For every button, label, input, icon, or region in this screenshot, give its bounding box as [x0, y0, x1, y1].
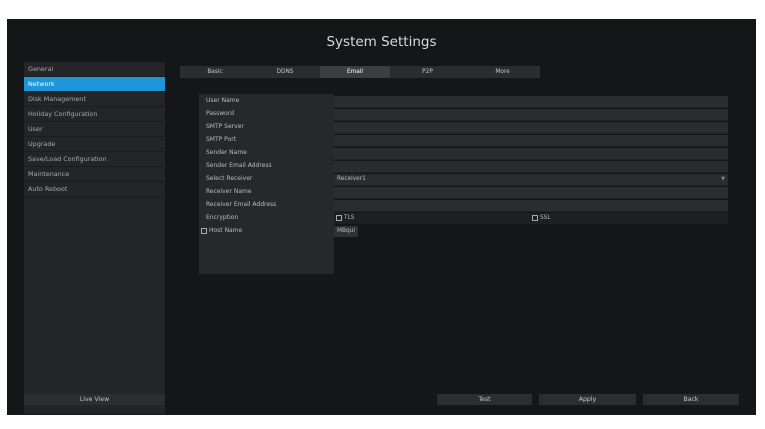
sender-name-row: Sender Name — [199, 147, 730, 160]
tls-checkbox[interactable] — [336, 214, 342, 221]
host-name-row: Host Name MBqul — [199, 225, 730, 237]
sender-email-label: Sender Email Address — [206, 162, 272, 169]
receiver-email-row: Receiver Email Address — [199, 199, 730, 212]
host-name-option[interactable]: Host Name — [201, 225, 242, 237]
sidebar-item-maintenance[interactable]: Maintenance — [24, 167, 165, 182]
receiver-name-input[interactable] — [334, 187, 728, 199]
back-button[interactable]: Back — [643, 394, 739, 405]
encryption-row: Encryption TLS SSL — [199, 212, 730, 224]
receiver-name-label: Receiver Name — [206, 188, 252, 195]
tab-more[interactable]: More — [465, 66, 540, 78]
ssl-label: SSL — [540, 215, 551, 221]
sender-name-label: Sender Name — [206, 149, 247, 156]
host-name-label: Host Name — [209, 227, 243, 234]
test-button[interactable]: Test — [437, 394, 532, 405]
tab-bar: Basic DDNS Email P2P More — [180, 66, 540, 78]
host-name-checkbox[interactable] — [201, 227, 207, 234]
tls-label: TLS — [344, 215, 355, 221]
main-panel: Basic DDNS Email P2P More User Name Pass… — [170, 62, 745, 400]
sidebar: General Network Disk Management Holiday … — [24, 62, 165, 414]
smtp-port-input[interactable] — [334, 135, 728, 147]
select-receiver-dropdown[interactable]: Receiver1 ▼ — [334, 174, 728, 186]
smtp-server-label: SMTP Server — [206, 123, 244, 130]
system-settings-window: System Settings General Network Disk Man… — [7, 19, 756, 415]
host-name-value: MBqul — [337, 228, 355, 234]
sidebar-item-general[interactable]: General — [24, 62, 165, 77]
window-title: System Settings — [326, 33, 437, 50]
sender-name-input[interactable] — [334, 148, 728, 160]
smtp-server-input[interactable] — [334, 122, 728, 134]
user-name-row: User Name — [199, 95, 730, 108]
password-label: Password — [206, 110, 235, 117]
receiver-email-input[interactable] — [334, 200, 728, 212]
user-name-label: User Name — [206, 97, 240, 104]
sidebar-item-disk-management[interactable]: Disk Management — [24, 92, 165, 107]
tab-p2p[interactable]: P2P — [390, 66, 465, 78]
select-receiver-label: Select Receiver — [206, 175, 253, 182]
smtp-server-row: SMTP Server — [199, 121, 730, 134]
sidebar-item-user[interactable]: User — [24, 122, 165, 137]
select-receiver-row: Select Receiver Receiver1 ▼ — [199, 173, 730, 186]
live-view-button[interactable]: Live View — [24, 394, 165, 405]
ssl-checkbox[interactable] — [532, 214, 538, 221]
sidebar-item-auto-reboot[interactable]: Auto Reboot — [24, 182, 165, 197]
sidebar-item-upgrade[interactable]: Upgrade — [24, 137, 165, 152]
sidebar-item-save-load-configuration[interactable]: Save/Load Configuration — [24, 152, 165, 167]
chevron-down-icon: ▼ — [721, 176, 725, 182]
receiver-name-row: Receiver Name — [199, 186, 730, 199]
receiver-email-label: Receiver Email Address — [206, 201, 277, 208]
select-receiver-value: Receiver1 — [337, 176, 366, 182]
user-name-input[interactable] — [334, 96, 728, 108]
tab-ddns[interactable]: DDNS — [250, 66, 320, 78]
ssl-option[interactable]: SSL — [532, 213, 551, 224]
tab-email[interactable]: Email — [320, 66, 390, 78]
sidebar-item-network[interactable]: Network — [24, 77, 165, 92]
encryption-options: TLS SSL — [334, 213, 728, 224]
tls-option[interactable]: TLS — [336, 213, 354, 224]
password-input[interactable] — [334, 109, 728, 121]
sender-email-input[interactable] — [334, 161, 728, 173]
sender-email-row: Sender Email Address — [199, 160, 730, 173]
tab-basic[interactable]: Basic — [180, 66, 250, 78]
smtp-port-label: SMTP Port — [206, 136, 237, 143]
encryption-label: Encryption — [206, 214, 239, 221]
sidebar-item-holiday-configuration[interactable]: Holiday Configuration — [24, 107, 165, 122]
apply-button[interactable]: Apply — [539, 394, 636, 405]
host-name-input[interactable]: MBqul — [334, 226, 358, 237]
smtp-port-row: SMTP Port — [199, 134, 730, 147]
password-row: Password — [199, 108, 730, 121]
